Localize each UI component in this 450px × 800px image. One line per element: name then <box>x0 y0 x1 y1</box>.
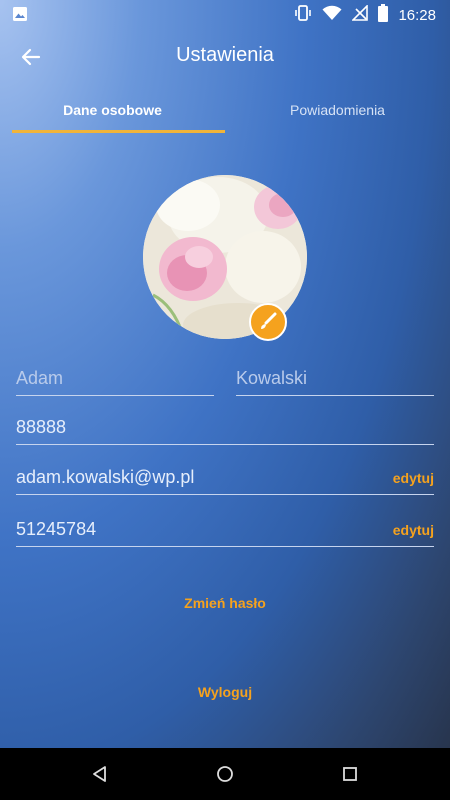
settings-screen: 16:28 Ustawienia Dane osobowe Powiadomie… <box>0 0 450 800</box>
image-icon <box>12 6 28 27</box>
phone-field[interactable]: 51245784 edytuj <box>16 513 434 547</box>
status-bar: 16:28 <box>0 0 450 28</box>
app-bar: Ustawienia <box>0 28 450 86</box>
system-nav-bar <box>0 748 450 800</box>
nav-home-icon[interactable] <box>215 764 235 784</box>
last-name-value: Kowalski <box>236 368 308 388</box>
tab-indicator <box>12 130 225 133</box>
first-name-value: Adam <box>16 368 64 388</box>
last-name-field[interactable]: Kowalski <box>236 362 434 396</box>
avatar-container <box>143 175 307 341</box>
email-value: adam.kowalski@wp.pl <box>16 467 195 487</box>
code-value: 88888 <box>16 417 67 437</box>
edit-email-link[interactable]: edytuj <box>393 470 434 486</box>
change-password-button[interactable]: Zmień hasło <box>0 595 450 611</box>
logout-button[interactable]: Wyloguj <box>0 684 450 700</box>
tab-notifications[interactable]: Powiadomienia <box>225 92 450 138</box>
nav-back-icon[interactable] <box>90 764 110 784</box>
edit-avatar-button[interactable] <box>249 303 287 341</box>
code-field[interactable]: 88888 <box>16 412 434 445</box>
edit-phone-link[interactable]: edytuj <box>393 522 434 538</box>
clock: 16:28 <box>398 7 436 24</box>
phone-value: 51245784 <box>16 519 97 539</box>
battery-icon <box>378 4 389 27</box>
brush-icon <box>261 312 277 329</box>
wifi-icon <box>322 5 342 26</box>
first-name-field[interactable]: Adam <box>16 362 214 396</box>
email-field[interactable]: adam.kowalski@wp.pl edytuj <box>16 461 434 495</box>
nav-recents-icon[interactable] <box>340 764 360 784</box>
vibrate-icon <box>294 4 312 27</box>
no-signal-icon <box>351 4 369 26</box>
page-title: Ustawienia <box>176 44 274 66</box>
